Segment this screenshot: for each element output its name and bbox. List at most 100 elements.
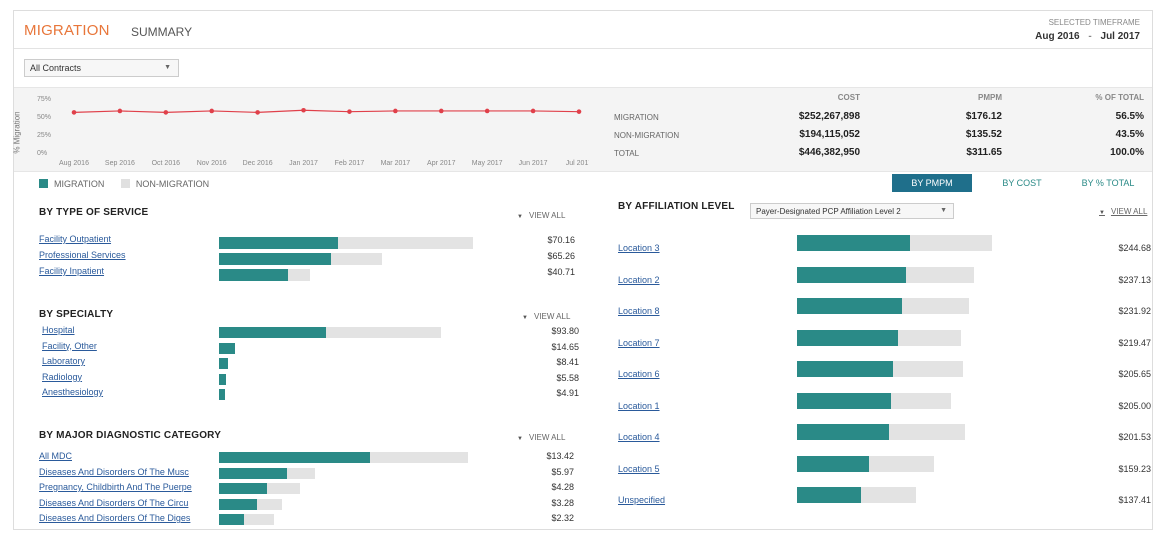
tab-summary[interactable]: SUMMARY [131, 25, 192, 39]
row-link[interactable]: Facility Inpatient [39, 266, 209, 276]
trend-point[interactable] [484, 108, 490, 114]
migration-bar[interactable] [797, 329, 899, 346]
migration-bar[interactable] [219, 342, 235, 354]
tab-migration[interactable]: MIGRATION [24, 22, 110, 39]
summary-label: NON-MIGRATION [614, 131, 680, 140]
migration-bar[interactable] [219, 452, 371, 463]
mdc-view-all[interactable]: ▼ VIEW ALL [517, 433, 565, 442]
row-link[interactable]: Laboratory [42, 356, 212, 366]
row-value: $205.00 [1118, 400, 1151, 411]
toggle-by-cost[interactable]: BY COST [982, 174, 1062, 192]
toggle-by-pmpm[interactable]: BY PMPM [892, 174, 972, 192]
view-all-label[interactable]: VIEW ALL [529, 211, 565, 220]
migration-bar[interactable] [219, 358, 228, 369]
trend-point[interactable] [393, 108, 398, 114]
row-link[interactable]: Pregnancy, Childbirth And The Puerpe [39, 482, 204, 492]
trend-point[interactable] [347, 109, 352, 114]
migration-bar[interactable] [219, 514, 245, 525]
migration-bar[interactable] [797, 266, 907, 283]
trend-point[interactable] [530, 108, 536, 114]
row-link[interactable]: Hospital [42, 325, 212, 335]
row-link[interactable]: Facility, Other [42, 341, 212, 351]
trend-point[interactable] [576, 109, 582, 114]
row-link[interactable]: Location 7 [618, 338, 738, 348]
row-link[interactable]: All MDC [39, 451, 204, 461]
row-link[interactable]: Location 8 [618, 306, 738, 316]
affiliation-view-all[interactable]: ▼ VIEW ALL [1099, 207, 1147, 216]
row-link[interactable]: Radiology [42, 372, 212, 382]
migration-bar[interactable] [219, 327, 326, 338]
trend-point[interactable] [71, 110, 77, 115]
summary-row-non-migration: NON-MIGRATION $194,115,052 $135.52 43.5% [614, 126, 1152, 144]
view-all-label[interactable]: VIEW ALL [534, 312, 570, 321]
caret-down-icon: ▼ [517, 436, 523, 442]
row-link[interactable]: Diseases And Disorders Of The Diges [39, 513, 204, 523]
affiliation-level-select[interactable]: Payer-Designated PCP Affiliation Level 2… [750, 203, 954, 219]
migration-bar[interactable] [219, 467, 288, 479]
migration-bar[interactable] [797, 392, 891, 409]
trend-x-tick: Oct 2016 [152, 160, 181, 167]
row-link[interactable]: Facility Outpatient [39, 234, 209, 244]
row-link[interactable]: Location 6 [618, 369, 738, 379]
specialty-view-all[interactable]: ▼ VIEW ALL [522, 312, 570, 321]
migration-bar[interactable] [797, 298, 903, 314]
row-value: $5.58 [556, 372, 579, 383]
trend-point[interactable] [209, 108, 215, 114]
header-pmpm: PMPM [978, 93, 1002, 102]
trend-point[interactable] [255, 110, 260, 115]
timeframe-start[interactable]: Aug 2016 [1035, 31, 1079, 42]
row-link[interactable]: Location 4 [618, 432, 738, 442]
row-link[interactable]: Location 5 [618, 464, 738, 474]
trend-x-tick: Aug 2016 [59, 160, 89, 167]
migration-dashboard: MIGRATION SUMMARY SELECTED TIMEFRAME Aug… [13, 10, 1153, 530]
migration-bar[interactable] [219, 269, 288, 281]
row-value: $244.68 [1118, 243, 1151, 253]
contract-select-value: All Contracts [30, 63, 82, 73]
row-link[interactable]: Location 2 [618, 275, 738, 285]
trend-line [73, 109, 580, 114]
row-link[interactable]: Diseases And Disorders Of The Musc [39, 467, 204, 477]
trend-y-tick: 0% [37, 150, 47, 157]
trend-point[interactable] [301, 107, 306, 113]
migration-bar[interactable] [797, 361, 893, 377]
trend-point[interactable] [163, 110, 169, 115]
trend-point[interactable] [438, 108, 444, 114]
summary-pct: 56.5% [1115, 111, 1144, 122]
migration-bar[interactable] [219, 498, 257, 510]
trend-x-tick: Nov 2016 [197, 160, 227, 167]
caret-down-icon: ▼ [517, 214, 523, 220]
row-link[interactable]: Unspecified [618, 495, 738, 505]
row-link[interactable]: Location 3 [618, 243, 738, 253]
trend-x-tick: Sep 2016 [105, 160, 135, 167]
timeframe-range[interactable]: Aug 2016 - Jul 2017 [1035, 31, 1140, 42]
row-value: $93.80 [551, 326, 579, 336]
trend-point[interactable] [117, 108, 123, 114]
migration-bar[interactable] [797, 424, 889, 440]
migration-bar[interactable] [797, 487, 862, 503]
row-link[interactable]: Anesthesiology [42, 387, 212, 397]
view-all-label[interactable]: VIEW ALL [529, 433, 565, 442]
migration-bar[interactable] [797, 455, 870, 472]
migration-bar[interactable] [219, 373, 226, 385]
row-value: $231.92 [1118, 306, 1151, 316]
contract-select[interactable]: All Contracts ▼ [24, 59, 179, 77]
type-of-service-view-all[interactable]: ▼ VIEW ALL [517, 211, 565, 220]
row-value: $201.53 [1118, 432, 1151, 442]
trend-y-axis-label: % Migration [12, 111, 22, 154]
migration-bar[interactable] [219, 253, 331, 265]
summary-row-migration: MIGRATION $252,267,898 $176.12 56.5% [614, 108, 1152, 126]
row-link[interactable]: Location 1 [618, 401, 738, 411]
toggle-by-pct-total[interactable]: BY % TOTAL [1064, 174, 1152, 192]
metric-toggles: BY PMPM BY COST BY % TOTAL [892, 174, 1152, 192]
timeframe-end[interactable]: Jul 2017 [1101, 31, 1140, 42]
view-all-label[interactable]: VIEW ALL [1111, 207, 1147, 216]
migration-swatch [39, 179, 48, 188]
row-value: $70.16 [547, 235, 575, 245]
trend-y-tick: 25% [37, 132, 51, 139]
row-link[interactable]: Diseases And Disorders Of The Circu [39, 498, 204, 508]
migration-bar[interactable] [219, 237, 339, 249]
migration-bar[interactable] [219, 389, 225, 400]
migration-bar[interactable] [797, 235, 911, 251]
migration-bar[interactable] [219, 483, 267, 494]
row-link[interactable]: Professional Services [39, 250, 209, 260]
